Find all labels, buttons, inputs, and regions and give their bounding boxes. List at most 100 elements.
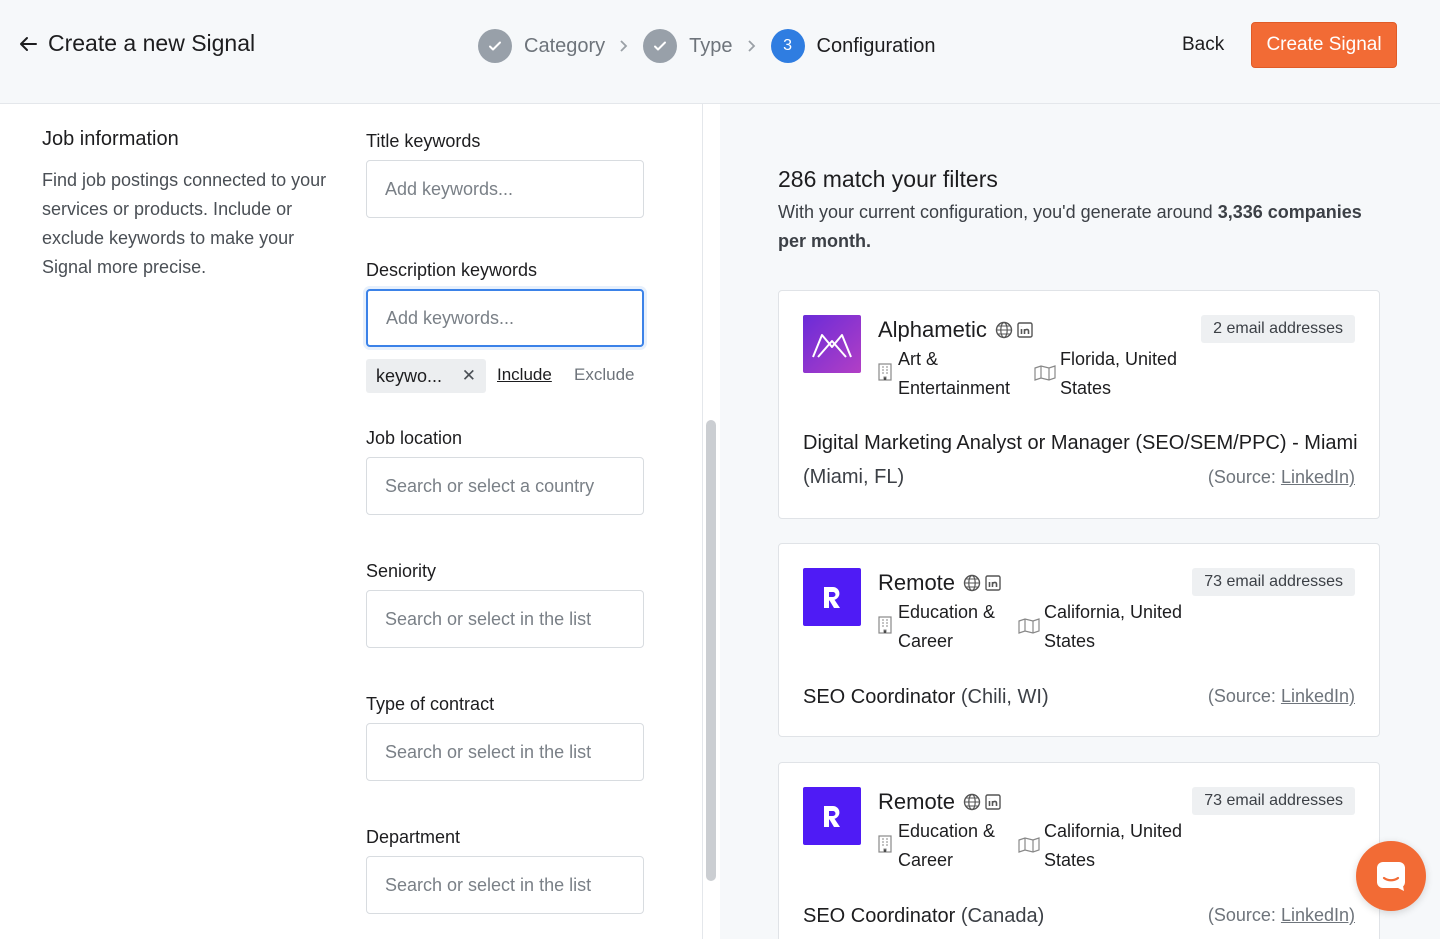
contract-input[interactable] — [366, 723, 644, 781]
linkedin-icon[interactable] — [985, 575, 1001, 591]
title-keywords-label: Title keywords — [366, 131, 481, 151]
source-link[interactable]: LinkedIn) — [1281, 905, 1355, 925]
location-meta: Florida, United States — [1034, 345, 1210, 403]
map-icon — [1018, 618, 1040, 634]
company-name-row: Remote — [878, 570, 1001, 596]
seniority-input[interactable] — [366, 590, 644, 648]
company-name-row: Remote — [878, 789, 1001, 815]
linkedin-icon[interactable] — [985, 794, 1001, 810]
job-title-text: SEO Coordinator — [803, 905, 956, 927]
job-location-label: Job location — [366, 428, 463, 448]
match-desc-text: With your current configuration, you'd g… — [778, 202, 1218, 222]
description-keywords-input[interactable] — [366, 289, 644, 347]
section-description: Find job postings connected to your serv… — [42, 170, 327, 277]
building-icon — [878, 363, 892, 381]
step-configuration[interactable]: 3 Configuration — [770, 29, 936, 63]
company-card[interactable]: Remote 73 email addresses Education & Ca… — [778, 543, 1380, 737]
company-name: Alphametic — [878, 317, 987, 342]
linkedin-icon[interactable] — [1017, 322, 1033, 338]
keyword-tag-text: keywo... — [376, 365, 443, 386]
location-meta: California, United States — [1018, 817, 1184, 875]
stepper: Category Type 3 Configuration — [478, 28, 935, 64]
match-count: 286 match your filters — [778, 166, 998, 192]
email-count-badge: 2 email addresses — [1201, 315, 1355, 343]
globe-icon[interactable] — [995, 321, 1013, 339]
chat-launcher-button[interactable] — [1356, 841, 1426, 911]
chevron-right-icon — [747, 39, 757, 53]
company-name: Remote — [878, 570, 956, 595]
results-panel: 286 match your filters With your current… — [720, 104, 1440, 939]
globe-icon[interactable] — [963, 793, 981, 811]
email-count-badge: 73 email addresses — [1192, 568, 1355, 596]
job-title[interactable]: SEO Coordinator (Chili, WI) — [803, 680, 1049, 714]
industry-meta: Education & Career — [878, 817, 1013, 875]
location-text: California, United States — [1044, 602, 1183, 651]
step-category[interactable]: Category — [478, 29, 605, 63]
source-prefix: (Source: — [1207, 467, 1281, 487]
exclude-toggle[interactable]: Exclude — [574, 365, 634, 385]
job-location-input[interactable] — [366, 457, 644, 515]
source-link[interactable]: LinkedIn) — [1281, 467, 1355, 487]
department-input[interactable] — [366, 856, 644, 914]
location-text: Florida, United States — [1060, 349, 1178, 398]
back-arrow-icon[interactable] — [16, 32, 40, 56]
source-prefix: (Source: — [1207, 686, 1281, 706]
config-form: Job information Find job postings connec… — [0, 104, 703, 939]
keyword-tag: keywo... ✕ — [366, 359, 486, 393]
job-location: (Canada) — [960, 905, 1045, 927]
source-text: (Source: LinkedIn) — [1208, 686, 1355, 707]
location-meta: California, United States — [1018, 598, 1184, 656]
company-logo — [803, 315, 861, 373]
step-number: 3 — [770, 29, 805, 63]
job-title[interactable]: SEO Coordinator (Canada) — [803, 899, 1044, 933]
company-card[interactable]: Remote 73 email addresses Education & Ca… — [778, 762, 1380, 939]
industry-meta: Education & Career — [878, 598, 1013, 656]
job-location: (Chili, WI) — [960, 686, 1049, 708]
source-link[interactable]: LinkedIn) — [1281, 686, 1355, 706]
source-text: (Source: LinkedIn) — [1208, 467, 1355, 488]
include-toggle[interactable]: Include — [497, 365, 552, 385]
step-label: Category — [524, 34, 606, 57]
company-name-row: Alphametic — [878, 317, 1033, 343]
seniority-label: Seniority — [366, 561, 437, 581]
match-description: With your current configuration, you'd g… — [778, 198, 1378, 256]
source-prefix: (Source: — [1207, 905, 1281, 925]
company-card[interactable]: Alphametic 2 email addresses Art & Enter… — [778, 290, 1380, 519]
check-icon — [478, 29, 512, 63]
close-icon[interactable]: ✕ — [462, 366, 476, 386]
back-button[interactable]: Back — [1168, 30, 1238, 60]
industry-text: Art & Entertainment — [898, 349, 1011, 398]
industry-text: Education & Career — [898, 602, 996, 651]
check-icon — [643, 29, 678, 63]
description-keywords-label: Description keywords — [366, 260, 538, 280]
industry-meta: Art & Entertainment — [878, 345, 1028, 403]
chat-icon — [1377, 862, 1405, 891]
step-label: Configuration — [816, 34, 936, 57]
company-name: Remote — [878, 789, 956, 814]
contract-label: Type of contract — [366, 694, 495, 714]
step-label: Type — [689, 34, 733, 57]
email-count-badge: 73 email addresses — [1192, 787, 1355, 815]
map-icon — [1018, 837, 1040, 853]
job-location: (Miami, FL) — [803, 466, 905, 488]
company-logo — [803, 787, 861, 845]
globe-icon[interactable] — [963, 574, 981, 592]
job-title-text: SEO Coordinator — [803, 686, 956, 708]
location-text: California, United States — [1044, 821, 1183, 870]
industry-text: Education & Career — [898, 821, 996, 870]
section-title: Job information — [42, 128, 179, 150]
building-icon — [878, 835, 892, 853]
map-icon — [1034, 365, 1056, 381]
step-type[interactable]: Type — [643, 29, 733, 63]
scrollbar-thumb[interactable] — [706, 420, 716, 881]
company-logo — [803, 568, 861, 626]
job-title-text: Digital Marketing Analyst or Manager (SE… — [803, 432, 1358, 454]
top-header: Create a new Signal Category Type 3 Conf… — [0, 0, 1440, 104]
page-title: Create a new Signal — [48, 30, 256, 56]
source-text: (Source: LinkedIn) — [1208, 905, 1355, 926]
chevron-right-icon — [619, 39, 629, 53]
title-keywords-input[interactable] — [366, 160, 644, 218]
building-icon — [878, 616, 892, 634]
create-signal-button[interactable]: Create Signal — [1251, 22, 1397, 68]
department-label: Department — [366, 827, 461, 847]
